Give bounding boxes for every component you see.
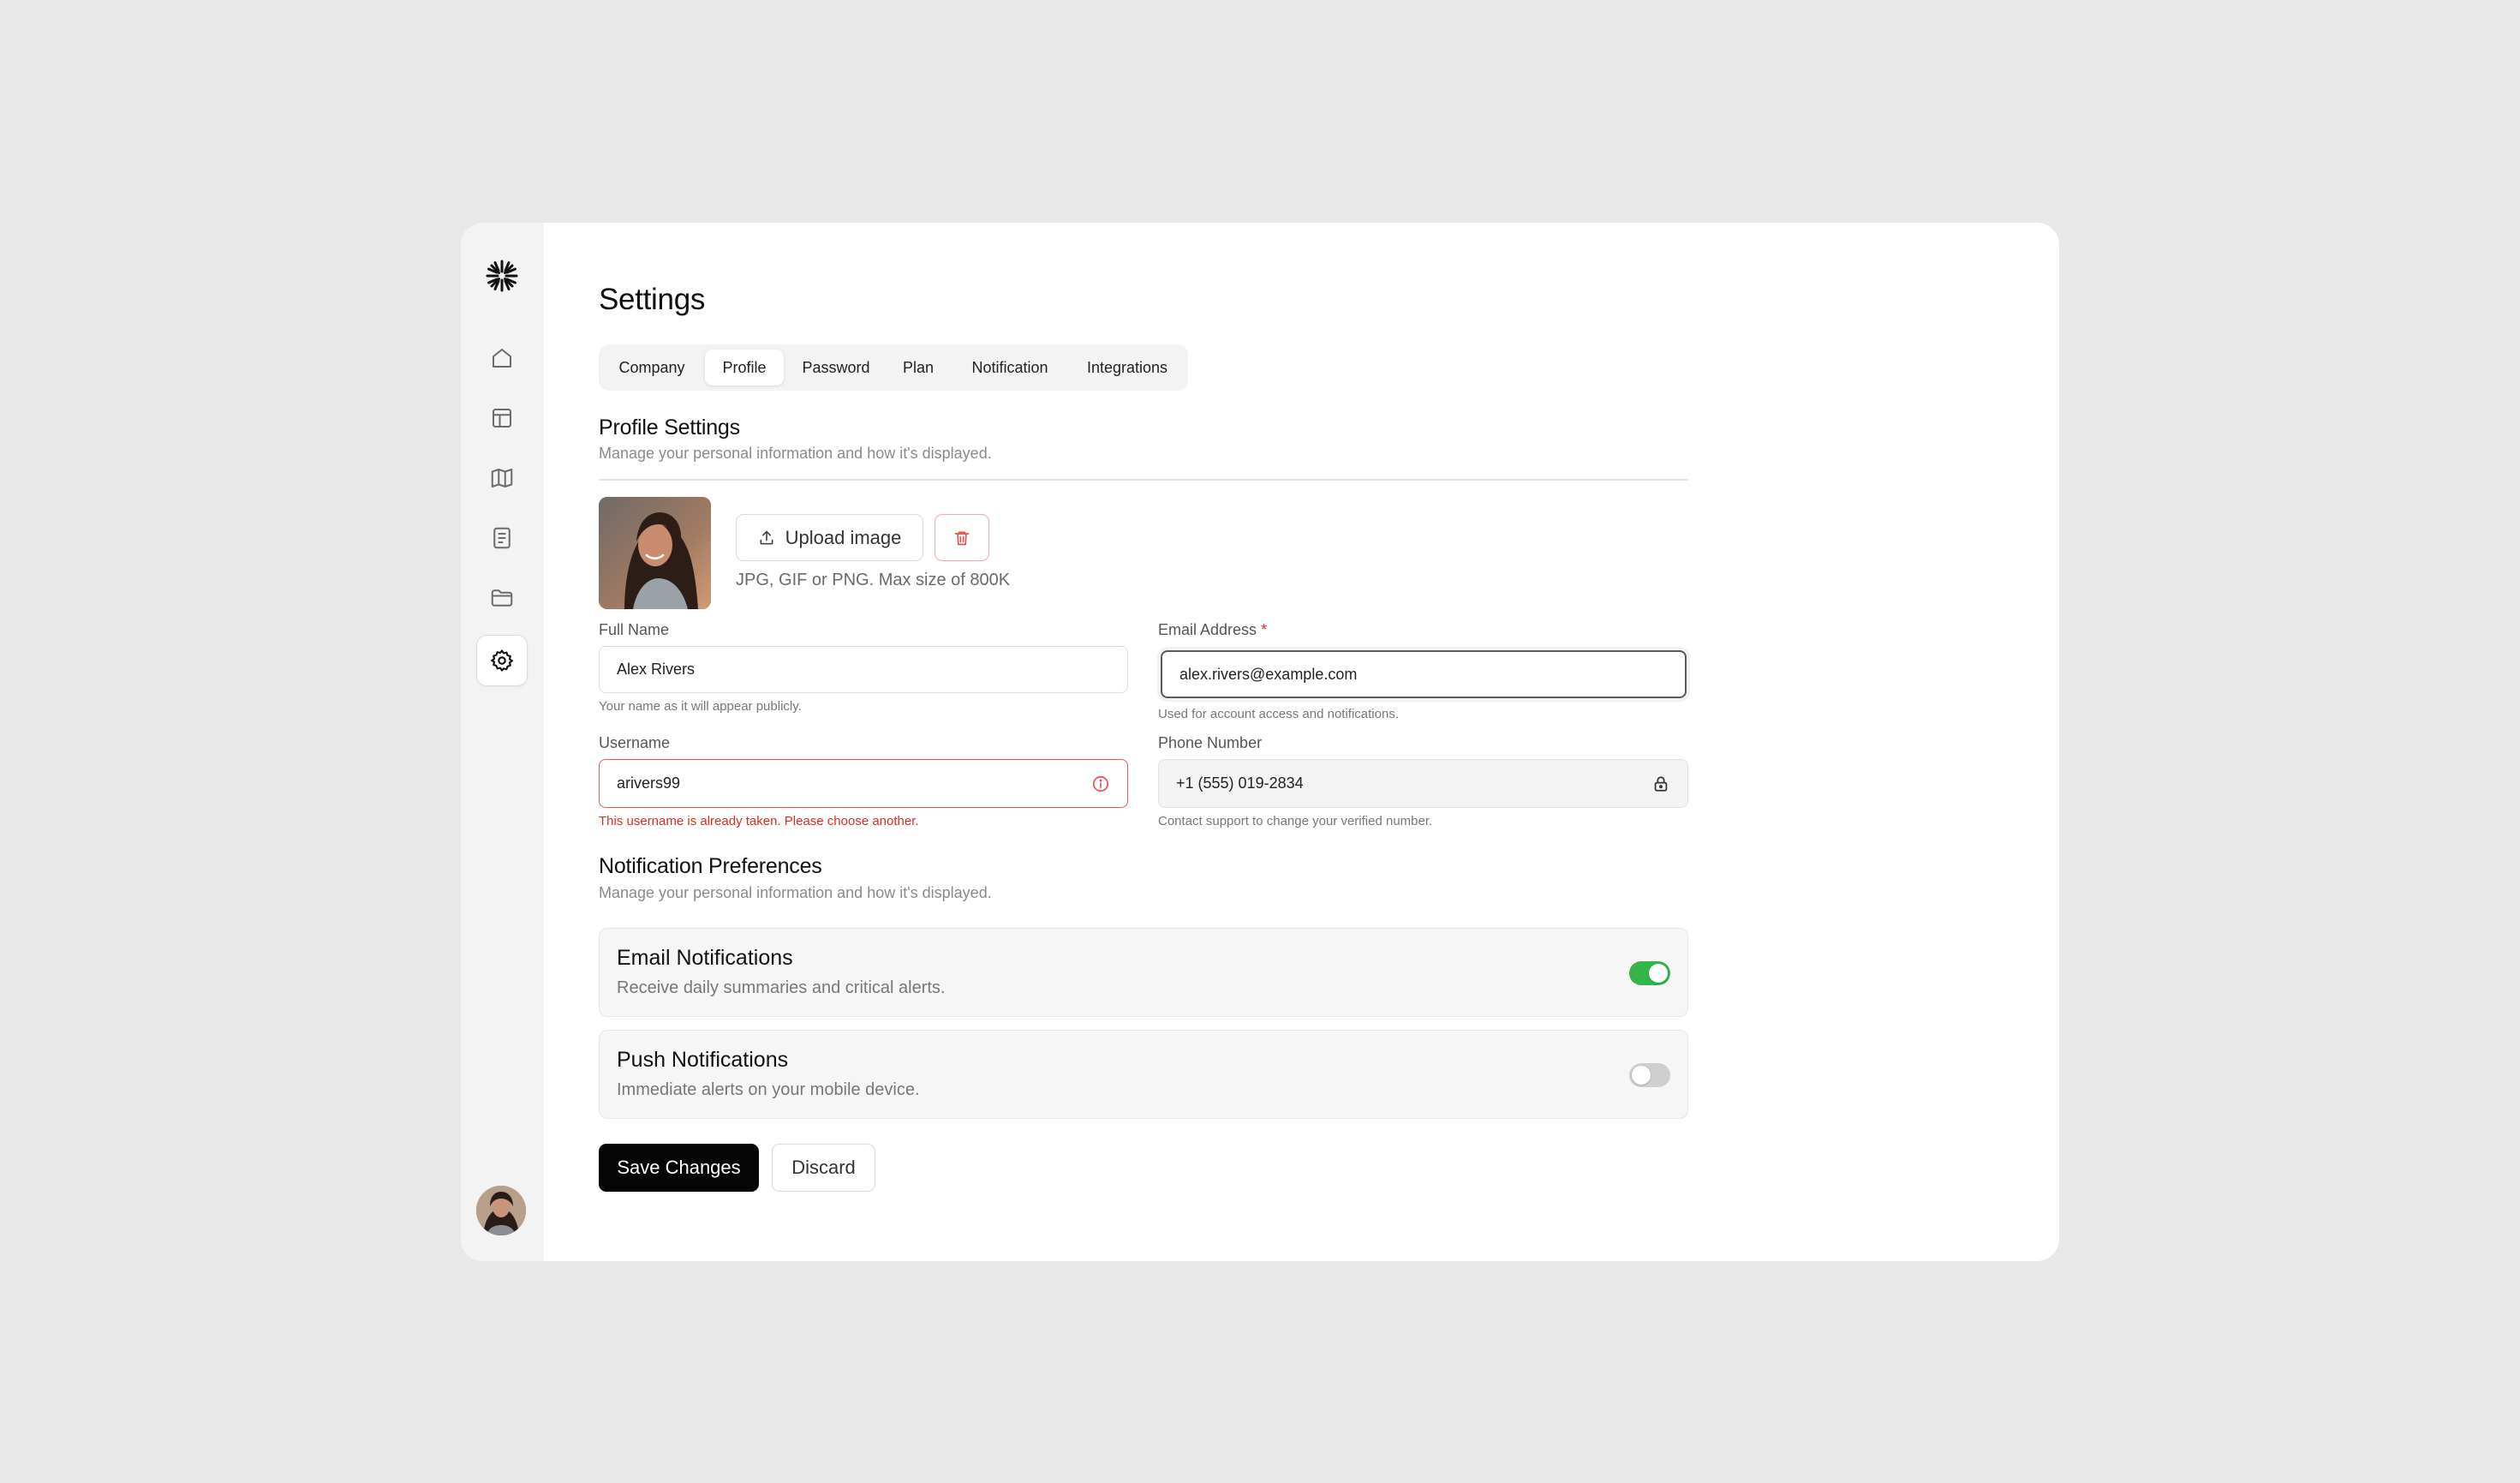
sidebar-item-document[interactable] <box>476 512 528 564</box>
profile-photo <box>599 497 711 609</box>
sidebar-item-folder[interactable] <box>476 572 528 624</box>
phone-value: +1 (555) 019-2834 <box>1176 774 1304 792</box>
email-notifications-desc: Receive daily summaries and critical ale… <box>617 978 946 997</box>
tab-plan[interactable]: Plan <box>888 350 948 386</box>
upload-image-label: Upload image <box>785 526 902 548</box>
tab-notification[interactable]: Notification <box>953 350 1066 386</box>
phone-field[interactable]: +1 (555) 019-2834 <box>1158 759 1688 808</box>
error-info-icon <box>1092 775 1109 792</box>
lock-icon <box>1654 775 1668 792</box>
layout-icon <box>493 409 511 428</box>
home-icon <box>493 349 511 368</box>
tab-password[interactable]: Password <box>789 350 883 386</box>
email-notifications-title: Email Notifications <box>617 946 793 970</box>
sidebar-item-settings[interactable] <box>476 635 528 686</box>
full-name-value: Alex Rivers <box>617 661 696 678</box>
folder-icon <box>491 589 513 607</box>
asterisk-logo-icon[interactable] <box>485 259 519 293</box>
push-notifications-title: Push Notifications <box>617 1048 789 1072</box>
full-name-label: Full Name <box>599 621 670 638</box>
toggle-knob <box>1632 1066 1651 1085</box>
notification-preferences-subtitle: Manage your personal information and how… <box>599 884 992 901</box>
sidebar <box>461 223 544 1261</box>
profile-settings-subtitle: Manage your personal information and how… <box>599 445 992 462</box>
tab-integrations[interactable]: Integrations <box>1072 350 1183 386</box>
map-icon <box>491 469 513 487</box>
required-mark: * <box>1261 621 1268 638</box>
email-field[interactable]: alex.rivers@example.com <box>1161 650 1687 698</box>
page-title: Settings <box>599 283 706 316</box>
phone-help: Contact support to change your verified … <box>1158 814 1433 828</box>
trash-icon <box>954 531 970 545</box>
section-divider <box>599 479 1688 481</box>
full-name-help: Your name as it will appear publicly. <box>599 699 802 714</box>
upload-hint: JPG, GIF or PNG. Max size of 800K <box>736 571 1011 589</box>
settings-window: Settings Company Profile Password Plan N… <box>461 223 2059 1261</box>
full-name-field[interactable]: Alex Rivers <box>599 646 1128 693</box>
email-notifications-row: Email Notifications Receive daily summar… <box>599 928 1688 1017</box>
delete-image-button[interactable] <box>935 514 989 561</box>
notification-preferences-title: Notification Preferences <box>599 854 822 878</box>
email-help: Used for account access and notification… <box>1158 707 1399 721</box>
push-notifications-toggle[interactable] <box>1629 1063 1670 1087</box>
profile-settings-title: Profile Settings <box>599 416 740 440</box>
phone-label: Phone Number <box>1158 734 1263 751</box>
email-notifications-toggle[interactable] <box>1629 961 1670 985</box>
gear-icon <box>491 649 513 672</box>
tab-profile[interactable]: Profile <box>705 350 784 386</box>
sidebar-item-map[interactable] <box>476 452 528 504</box>
avatar[interactable] <box>476 1186 526 1235</box>
push-notifications-desc: Immediate alerts on your mobile device. <box>617 1080 920 1099</box>
username-value: arivers99 <box>617 774 681 792</box>
document-icon <box>493 527 511 549</box>
toggle-knob <box>1649 964 1668 983</box>
discard-button[interactable]: Discard <box>772 1144 875 1192</box>
email-label-text: Email Address <box>1158 621 1257 638</box>
upload-icon <box>760 530 773 544</box>
sidebar-item-home[interactable] <box>476 332 528 384</box>
email-label: Email Address * <box>1158 621 1267 639</box>
email-value: alex.rivers@example.com <box>1179 665 1358 683</box>
username-error: This username is already taken. Please c… <box>599 814 919 828</box>
upload-image-button[interactable]: Upload image <box>736 514 923 561</box>
settings-tabs: Company Profile Password Plan Notificati… <box>599 344 1188 391</box>
username-field[interactable]: arivers99 <box>599 759 1128 808</box>
username-label: Username <box>599 734 671 751</box>
tab-company[interactable]: Company <box>604 350 700 386</box>
sidebar-item-layout[interactable] <box>476 392 528 444</box>
save-changes-button[interactable]: Save Changes <box>599 1144 759 1192</box>
push-notifications-row: Push Notifications Immediate alerts on y… <box>599 1030 1688 1119</box>
